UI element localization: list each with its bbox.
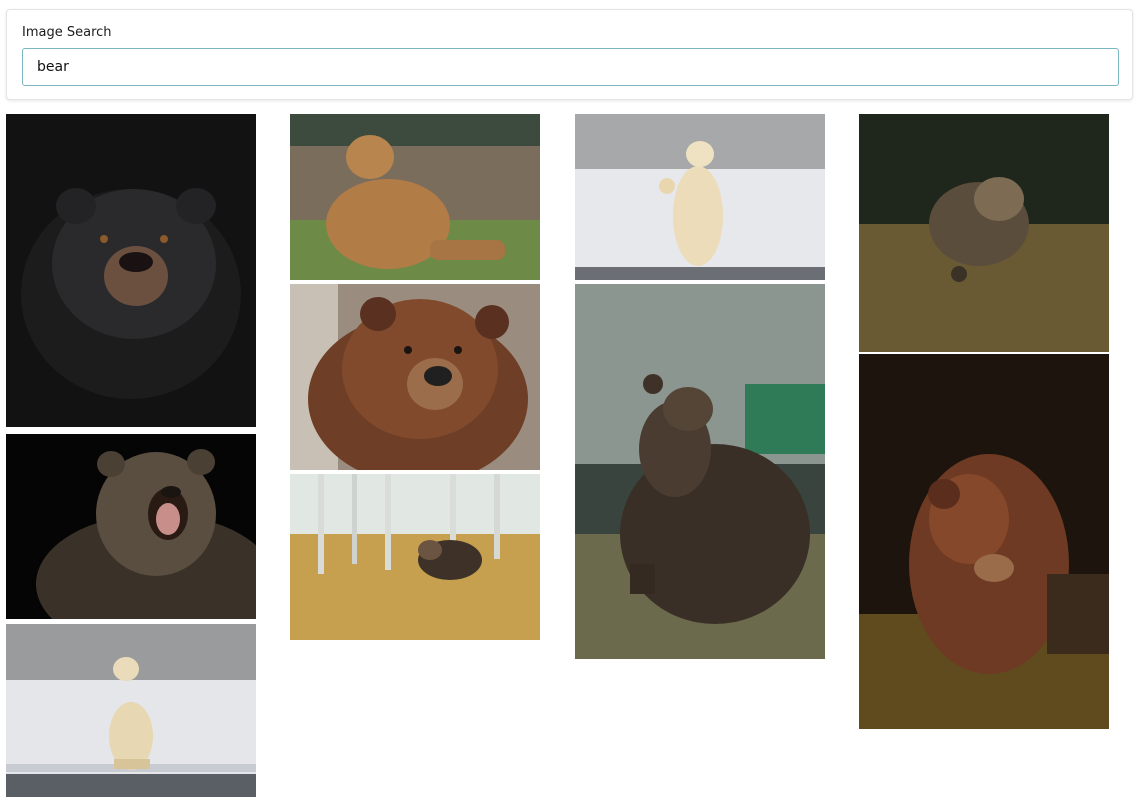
image-result-brown-bear-autumn[interactable] [859,114,1109,352]
brown-bear-face-image [290,284,540,470]
image-search-panel: Image Search [6,9,1133,100]
image-result-brown-bear-looking-up[interactable] [575,284,825,659]
brown-bear-looking-up-image [575,284,825,659]
image-result-brown-bear-face[interactable] [290,284,540,470]
polar-bear-standing-image [6,624,256,797]
image-result-grizzly-roaring[interactable] [6,434,256,619]
image-result-brown-bear-sitting[interactable] [290,114,540,280]
brown-bear-sitting-image [290,114,540,280]
brown-bear-dark-forest-image [859,354,1109,729]
image-result-brown-bear-walking-forest[interactable] [290,474,540,640]
brown-bear-autumn-image [859,114,1109,352]
polar-bear-waving-image [575,114,825,280]
image-result-brown-bear-dark-forest[interactable] [859,354,1109,729]
image-result-polar-bear-waving[interactable] [575,114,825,280]
image-result-black-bear-portrait[interactable] [6,114,256,427]
brown-bear-walking-forest-image [290,474,540,640]
grizzly-roaring-image [6,434,256,619]
search-input[interactable] [22,48,1119,86]
search-label: Image Search [22,25,112,40]
image-result-polar-bear-standing[interactable] [6,624,256,797]
black-bear-image [6,114,256,427]
